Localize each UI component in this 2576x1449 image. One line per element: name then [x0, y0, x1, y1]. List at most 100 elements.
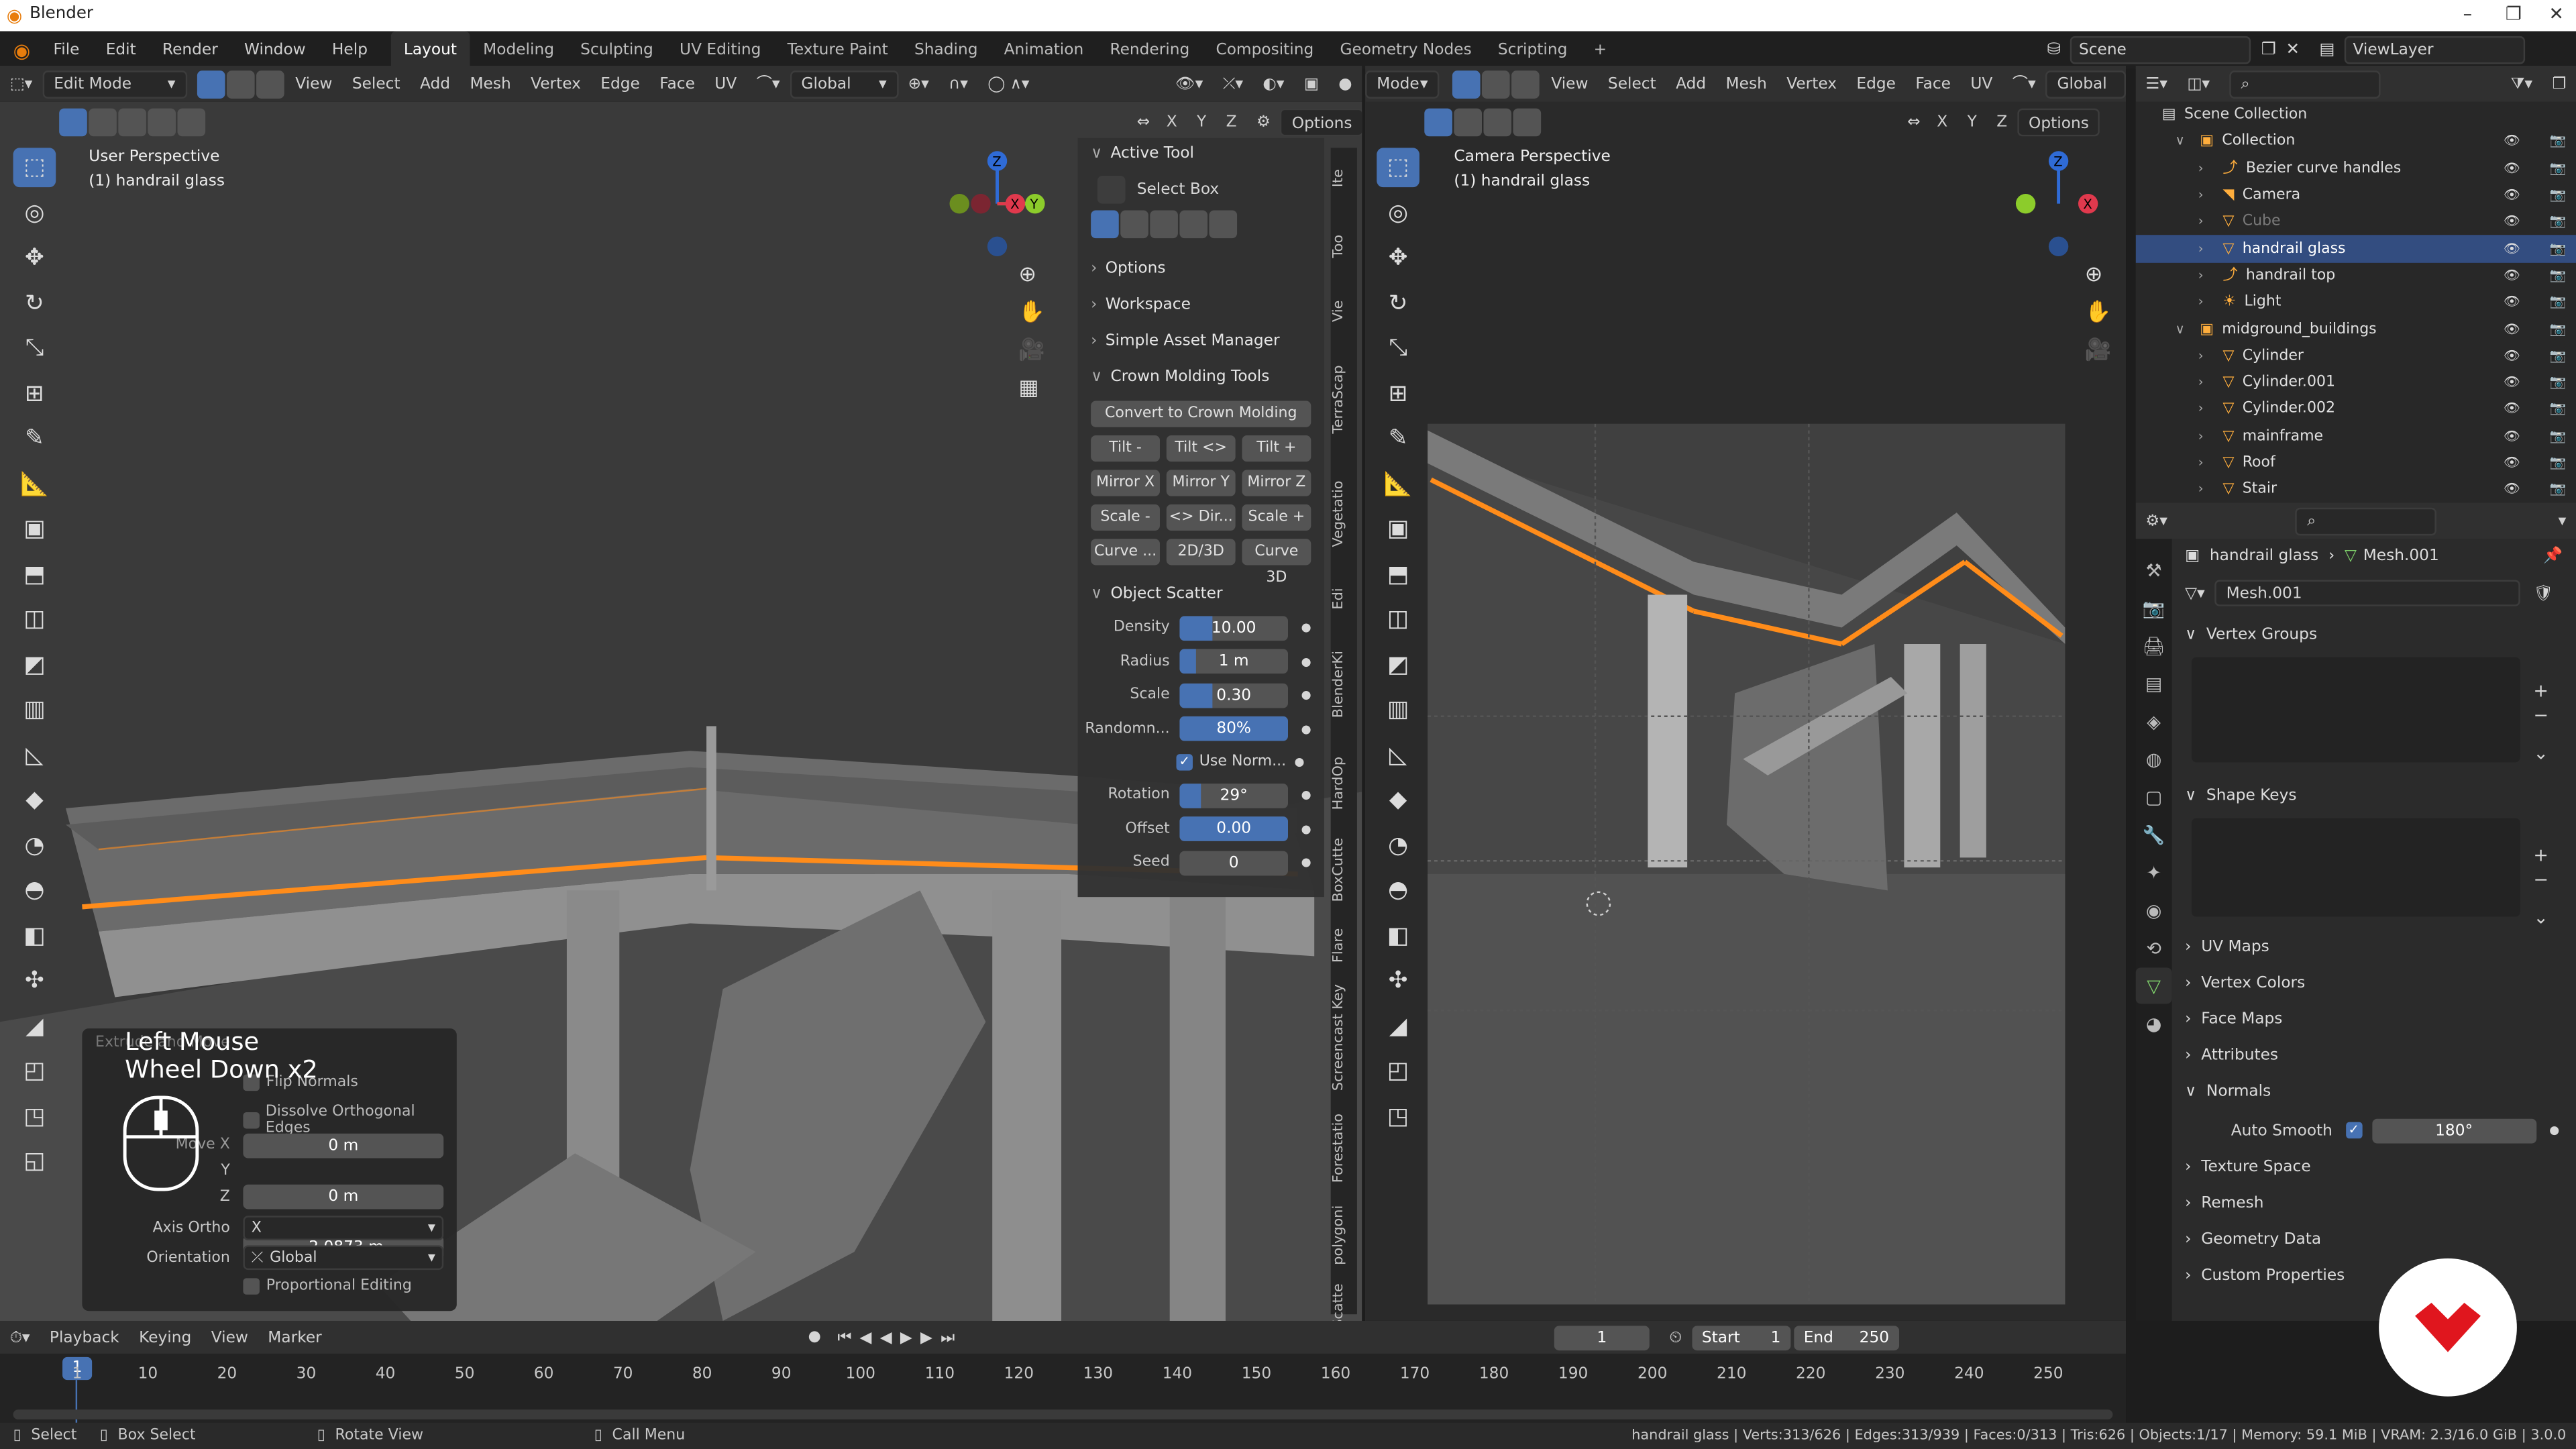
keyframe-dot-icon[interactable]: ●: [1301, 621, 1311, 635]
visibility-eye-icon[interactable]: 👁: [2504, 343, 2520, 369]
blender-menu-icon[interactable]: ◉: [0, 39, 40, 62]
right-tool-scale-icon[interactable]: ⤡: [1377, 329, 1419, 368]
mirror-z[interactable]: Z: [1216, 109, 1246, 137]
properties-search[interactable]: ⌕: [2295, 506, 2437, 535]
xray-icon[interactable]: ▣: [1294, 70, 1328, 98]
outliner-row[interactable]: › ◥ Camera 👁 📷: [2136, 182, 2576, 209]
right-tool-shear-icon[interactable]: ◢: [1377, 1006, 1419, 1046]
shape-keys-list[interactable]: [2191, 818, 2520, 917]
left-tool-custom-a-icon[interactable]: ◳: [13, 1097, 56, 1136]
right-tool-annotate-icon[interactable]: ✎: [1377, 419, 1419, 458]
timeline-scrollbar[interactable]: [13, 1409, 2113, 1419]
left-tool-shrink-fatten-icon[interactable]: ✣: [13, 961, 56, 1001]
outliner-row[interactable]: › ▽ Stair 👁 📷: [2136, 477, 2576, 503]
tab-texture-paint[interactable]: Texture Paint: [774, 32, 901, 69]
select-invert-icon[interactable]: [148, 108, 176, 137]
visibility-eye-icon[interactable]: 👁: [2504, 423, 2520, 449]
scatter-scale-field[interactable]: 0.30: [1179, 683, 1289, 708]
right-tool-3d-cursor-icon[interactable]: ◎: [1377, 193, 1419, 233]
scatter-randomn-field[interactable]: 80%: [1179, 716, 1289, 742]
render-camera-icon[interactable]: 📷: [2550, 209, 2566, 235]
visibility-icon[interactable]: 👁▾: [1165, 70, 1213, 98]
right-vertex-select-icon[interactable]: [1452, 70, 1481, 98]
tool-mode-new-icon[interactable]: [1091, 209, 1119, 237]
right-tool-rotate-icon[interactable]: ↻: [1377, 283, 1419, 323]
render-camera-icon[interactable]: 📷: [2550, 290, 2566, 316]
maximize-button[interactable]: ❐: [2494, 3, 2534, 28]
right-tool-measure-icon[interactable]: 📐: [1377, 464, 1419, 504]
chevron-right-icon[interactable]: ›: [2198, 290, 2214, 316]
sidebar-tab-vegetatio[interactable]: Vegetatio: [1331, 464, 1357, 566]
move-y-field[interactable]: 0 m: [243, 1184, 444, 1210]
left-tool-inset-icon[interactable]: ◫: [13, 600, 56, 639]
right-select-new-icon[interactable]: [1424, 108, 1452, 137]
add-workspace-button[interactable]: +: [1580, 32, 1620, 69]
vertex-group-menu-icon[interactable]: ⌄: [2533, 743, 2548, 764]
right-tool-extrude-icon[interactable]: ⬒: [1377, 555, 1419, 594]
right-tool-transform-icon[interactable]: ⊞: [1377, 374, 1419, 413]
transform-orientation[interactable]: Global ▾: [790, 70, 898, 98]
visibility-eye-icon[interactable]: 👁: [2504, 156, 2520, 182]
scene-selector[interactable]: Scene: [2070, 36, 2252, 64]
left-tool-rip-icon[interactable]: ◰: [13, 1051, 56, 1091]
render-camera-icon[interactable]: 📷: [2550, 156, 2566, 182]
sidebar-tab-vie[interactable]: Vie: [1331, 286, 1357, 335]
outliner-row[interactable]: › ▽ Cylinder.001 👁 📷: [2136, 370, 2576, 396]
timeline-frames[interactable]: 1 1 10 20 30 40 50 60 70 80 90 100 110 120 130 140 150 1…: [0, 1353, 2127, 1423]
snap-icon[interactable]: ⌒▾: [747, 70, 790, 98]
options-dropdown[interactable]: Options: [1280, 108, 1362, 137]
left-header-menu-select[interactable]: Select: [342, 70, 410, 98]
right-transform-orientation[interactable]: Global: [2045, 70, 2127, 98]
select-new-icon[interactable]: [59, 108, 87, 137]
properties-tab-object-icon[interactable]: ▢: [2136, 779, 2172, 815]
menu-window[interactable]: Window: [231, 32, 319, 69]
properties-tab-output-icon[interactable]: 🖨: [2136, 628, 2172, 664]
properties-tab-tool-icon[interactable]: ⚒: [2136, 552, 2172, 588]
ortho-grid-icon[interactable]: ▦: [1018, 376, 1045, 401]
add-vertex-group-icon[interactable]: +: [2533, 680, 2548, 702]
right-zoom-icon[interactable]: ⊕: [2085, 263, 2112, 288]
new-scene-icon[interactable]: ❐: [2261, 41, 2276, 59]
outliner-row[interactable]: › ⤴ handrail top 👁 📷: [2136, 262, 2576, 289]
right-select-subtract-icon[interactable]: [1483, 108, 1512, 137]
left-header-menu-view[interactable]: View: [286, 70, 343, 98]
visibility-eye-icon[interactable]: 👁: [2504, 396, 2520, 423]
tool-mode-extend-icon[interactable]: [1120, 209, 1148, 237]
panel-attributes[interactable]: › Attributes: [2172, 1038, 2576, 1075]
menu-file[interactable]: File: [40, 32, 93, 69]
crown-button-mirror-y[interactable]: Mirror Y: [1166, 470, 1236, 496]
select-subtract-icon[interactable]: [118, 108, 146, 137]
panel-geometry-data[interactable]: › Geometry Data: [2172, 1222, 2576, 1258]
left-tool-cursor-select-icon[interactable]: ⬚: [13, 148, 56, 188]
visibility-eye-icon[interactable]: 👁: [2504, 316, 2520, 342]
remove-vertex-group-icon[interactable]: −: [2533, 705, 2548, 727]
timeline-menu-marker[interactable]: Marker: [258, 1324, 332, 1352]
visibility-eye-icon[interactable]: 👁: [2504, 263, 2520, 289]
left-tool-scale-icon[interactable]: ⤡: [13, 329, 56, 368]
left-tool-custom-b-icon[interactable]: ◱: [13, 1142, 56, 1181]
right-tool-shrink-fatten-icon[interactable]: ✣: [1377, 961, 1419, 1001]
left-tool-loop-cut-icon[interactable]: ▥: [13, 690, 56, 730]
right-face-select-icon[interactable]: [1511, 70, 1540, 98]
left-header-menu-edge[interactable]: Edge: [591, 70, 650, 98]
visibility-eye-icon[interactable]: 👁: [2504, 182, 2520, 209]
tab-uv-editing[interactable]: UV Editing: [666, 32, 774, 69]
sidebar-tab-screencast-key[interactable]: Screencast Key: [1331, 983, 1357, 1095]
render-camera-icon[interactable]: 📷: [2550, 450, 2566, 476]
timeline-menu-playback[interactable]: Playback: [40, 1324, 129, 1352]
right-header-menu-view[interactable]: View: [1542, 70, 1599, 98]
crown-button-mirror-z[interactable]: Mirror Z: [1242, 470, 1311, 496]
chevron-down-icon[interactable]: ∨: [2175, 316, 2191, 342]
right-header-menu-face[interactable]: Face: [1906, 70, 1961, 98]
mirror-x[interactable]: X: [1157, 109, 1187, 137]
move-x-field[interactable]: 0 m: [243, 1133, 444, 1159]
right-snap-icon[interactable]: ⌒▾: [2002, 70, 2045, 98]
tab-layout[interactable]: Layout: [390, 31, 470, 69]
properties-editor-icon[interactable]: ⚙▾: [2136, 507, 2178, 535]
sidebar-tab-too[interactable]: Too: [1331, 217, 1357, 276]
object-scatter-header[interactable]: ∨ Object Scatter: [1078, 578, 1324, 611]
editor-type-icon[interactable]: ⬚▾: [0, 70, 42, 98]
edge-select-icon[interactable]: [226, 70, 254, 98]
view-layer-selector[interactable]: ViewLayer: [2345, 36, 2526, 64]
sidebar-tab-polygoni[interactable]: polygoni: [1331, 1203, 1357, 1269]
